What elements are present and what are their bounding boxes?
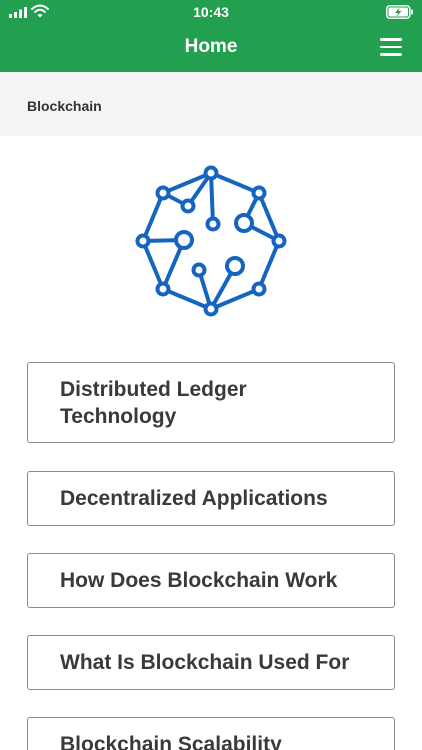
app-header: 10:43 Home: [0, 0, 422, 72]
topic-item-blockchain-scalability[interactable]: Blockchain Scalability: [27, 717, 395, 750]
topic-label: Decentralized Applications: [60, 487, 328, 510]
page-title: Home: [184, 36, 238, 57]
breadcrumb: Blockchain: [0, 72, 422, 136]
topic-label: What Is Blockchain Used For: [60, 651, 350, 674]
status-time: 10:43: [193, 4, 229, 20]
topic-label: Distributed Ledger Technology: [60, 378, 247, 428]
battery-charging-icon: [386, 5, 413, 19]
topic-label: Blockchain Scalability: [60, 733, 282, 750]
topic-item-blockchain-uses[interactable]: What Is Blockchain Used For: [27, 635, 395, 690]
status-bar: 10:43: [0, 0, 422, 24]
hamburger-menu-icon[interactable]: [380, 38, 402, 56]
topic-item-decentralized-apps[interactable]: Decentralized Applications: [27, 471, 395, 526]
topic-label: How Does Blockchain Work: [60, 569, 338, 592]
blockchain-logo: [135, 165, 287, 317]
topic-item-distributed-ledger[interactable]: Distributed Ledger Technology: [27, 362, 395, 443]
breadcrumb-label: Blockchain: [27, 98, 102, 114]
topic-item-how-blockchain-works[interactable]: How Does Blockchain Work: [27, 553, 395, 608]
